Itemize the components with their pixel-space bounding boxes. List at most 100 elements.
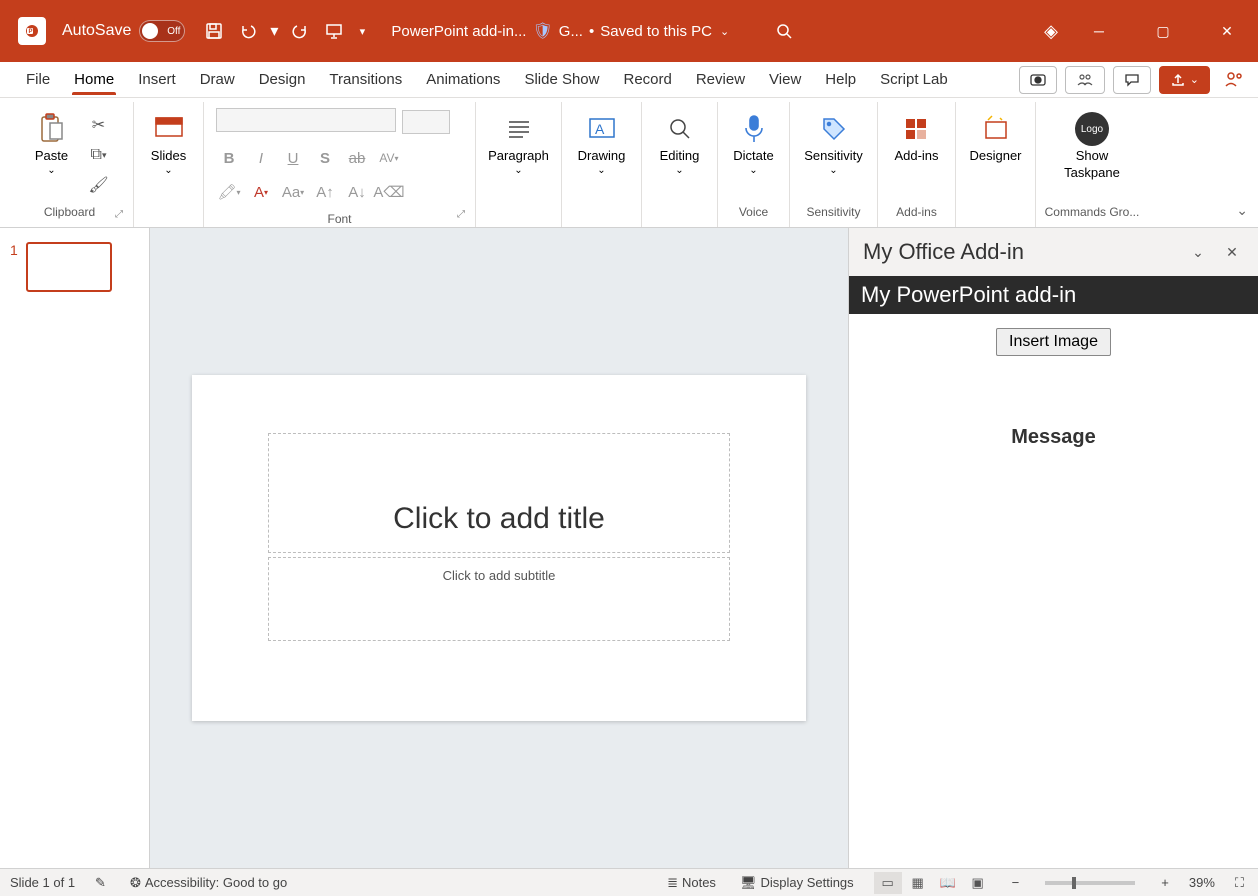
spacing-button[interactable]: AV▾ — [376, 146, 402, 170]
reading-view-button[interactable]: 📖 — [934, 872, 962, 894]
tab-design[interactable]: Design — [247, 65, 318, 94]
font-launcher[interactable]: ⤢ — [457, 209, 471, 223]
shield-icon: 🛡 — [532, 21, 552, 41]
show-taskpane-button[interactable]: Logo Show Taskpane — [1058, 110, 1126, 182]
collaborate-icon[interactable] — [1224, 70, 1244, 90]
clipboard-launcher[interactable]: ⤢ — [115, 209, 129, 223]
save-status-dropdown-icon[interactable]: ⌄ — [720, 25, 729, 38]
display-icon: 🖥 — [740, 875, 757, 891]
ribbon-collapse-button[interactable]: ⌄ — [1236, 202, 1248, 219]
designer-button[interactable]: Designer — [963, 110, 1027, 165]
tab-animations[interactable]: Animations — [414, 65, 512, 94]
font-size-select[interactable] — [402, 110, 450, 134]
tab-file[interactable]: File — [14, 65, 62, 94]
undo-button[interactable] — [233, 16, 263, 46]
editing-button[interactable]: Editing⌄ — [653, 110, 707, 178]
font-color-button[interactable]: A▾ — [248, 180, 274, 204]
ribbon-tabs: File Home Insert Draw Design Transitions… — [0, 62, 1258, 98]
drawing-icon: A — [585, 112, 619, 146]
teams-button[interactable] — [1065, 66, 1105, 94]
spellcheck-icon[interactable]: ✎ — [91, 873, 110, 893]
paragraph-icon — [502, 112, 536, 146]
document-title: PowerPoint add-in... — [391, 23, 526, 40]
zoom-in-button[interactable]: + — [1157, 873, 1173, 892]
save-button[interactable] — [199, 16, 229, 46]
font-family-select[interactable] — [216, 108, 396, 132]
diamond-icon[interactable]: ◈ — [1044, 21, 1058, 42]
tab-draw[interactable]: Draw — [188, 65, 247, 94]
autosave-switch[interactable]: Off — [139, 20, 185, 42]
chevron-down-icon: ⌄ — [47, 165, 55, 176]
strike-button[interactable]: ab — [344, 146, 370, 170]
slide-count[interactable]: Slide 1 of 1 — [10, 875, 75, 890]
present-button[interactable] — [319, 16, 349, 46]
italic-button[interactable]: I — [248, 146, 274, 170]
insert-image-button[interactable]: Insert Image — [996, 328, 1111, 356]
paragraph-button[interactable]: Paragraph⌄ — [482, 110, 555, 178]
accessibility-status[interactable]: ❂ Accessibility: Good to go — [126, 873, 291, 893]
copy-button[interactable]: ⧉ ▾ — [83, 142, 115, 168]
taskpane-close[interactable]: ✕ — [1220, 240, 1244, 264]
notes-button[interactable]: ≣Notes — [663, 873, 720, 893]
qat-more[interactable]: ▾ — [353, 16, 371, 46]
drawing-button[interactable]: A Drawing⌄ — [572, 110, 632, 178]
sorter-view-button[interactable]: ▦ — [904, 872, 932, 894]
maximize-button[interactable]: ▢ — [1140, 16, 1186, 46]
tab-record[interactable]: Record — [611, 65, 683, 94]
tab-view[interactable]: View — [757, 65, 813, 94]
underline-button[interactable]: U — [280, 146, 306, 170]
search-icon — [663, 112, 697, 146]
dictate-button[interactable]: Dictate⌄ — [727, 110, 781, 178]
taskpane-dropdown[interactable]: ⌄ — [1186, 240, 1210, 264]
subtitle-placeholder[interactable]: Click to add subtitle — [268, 557, 730, 641]
comments-button[interactable] — [1113, 66, 1151, 94]
redo-button[interactable] — [285, 16, 315, 46]
share-button[interactable]: ⌄ — [1159, 66, 1210, 94]
tab-home[interactable]: Home — [62, 65, 126, 94]
close-button[interactable]: ✕ — [1204, 16, 1250, 46]
search-button[interactable] — [769, 16, 799, 46]
addins-icon — [899, 112, 933, 146]
save-status-dot: • — [589, 23, 594, 40]
tab-scriptlab[interactable]: Script Lab — [868, 65, 960, 94]
shrink-font-button[interactable]: A↓ — [344, 180, 370, 204]
tab-review[interactable]: Review — [684, 65, 757, 94]
grow-font-button[interactable]: A↑ — [312, 180, 338, 204]
thumbnail-panel[interactable]: 1 — [0, 228, 150, 868]
tab-transitions[interactable]: Transitions — [317, 65, 414, 94]
autosave-toggle[interactable]: AutoSave Off — [62, 20, 185, 42]
zoom-level[interactable]: 39% — [1189, 875, 1215, 890]
zoom-slider[interactable] — [1045, 881, 1135, 885]
tab-slideshow[interactable]: Slide Show — [512, 65, 611, 94]
zoom-out-button[interactable]: − — [1008, 873, 1024, 892]
minimize-button[interactable]: ─ — [1076, 16, 1122, 46]
format-painter-button[interactable]: 🖌 — [83, 172, 115, 198]
slide[interactable]: Click to add title Click to add subtitle — [192, 375, 806, 721]
display-settings-button[interactable]: 🖥Display Settings — [736, 873, 858, 893]
tab-insert[interactable]: Insert — [126, 65, 188, 94]
normal-view-button[interactable]: ▭ — [874, 872, 902, 894]
title-placeholder[interactable]: Click to add title — [268, 433, 730, 553]
clear-format-button[interactable]: A⌫ — [376, 180, 402, 204]
cut-button[interactable]: ✂ — [83, 112, 115, 138]
tab-help[interactable]: Help — [813, 65, 868, 94]
shadow-button[interactable]: S — [312, 146, 338, 170]
slide-thumbnail[interactable] — [26, 242, 112, 292]
paste-button[interactable]: Paste ⌄ — [25, 110, 79, 178]
addins-button[interactable]: Add-ins — [888, 110, 944, 165]
save-status[interactable]: Saved to this PC — [600, 23, 712, 40]
slides-button[interactable]: Slides ⌄ — [142, 110, 196, 178]
fit-to-window-button[interactable]: ⛶ — [1231, 873, 1248, 893]
sensitivity-button[interactable]: Sensitivity⌄ — [798, 110, 869, 178]
accessibility-icon: ❂ — [130, 875, 141, 891]
camera-button[interactable] — [1019, 66, 1057, 94]
slide-canvas[interactable]: Click to add title Click to add subtitle — [150, 228, 848, 868]
svg-text:P: P — [29, 29, 33, 35]
undo-dropdown[interactable]: ▾ — [267, 16, 281, 46]
taskpane-header: My Office Add-in — [863, 239, 1024, 265]
app-icon: P — [18, 17, 46, 45]
change-case-button[interactable]: Aa▾ — [280, 180, 306, 204]
slideshow-view-button[interactable]: ▣ — [964, 872, 992, 894]
font-highlight-button[interactable]: 🖍▾ — [216, 180, 242, 204]
bold-button[interactable]: B — [216, 146, 242, 170]
